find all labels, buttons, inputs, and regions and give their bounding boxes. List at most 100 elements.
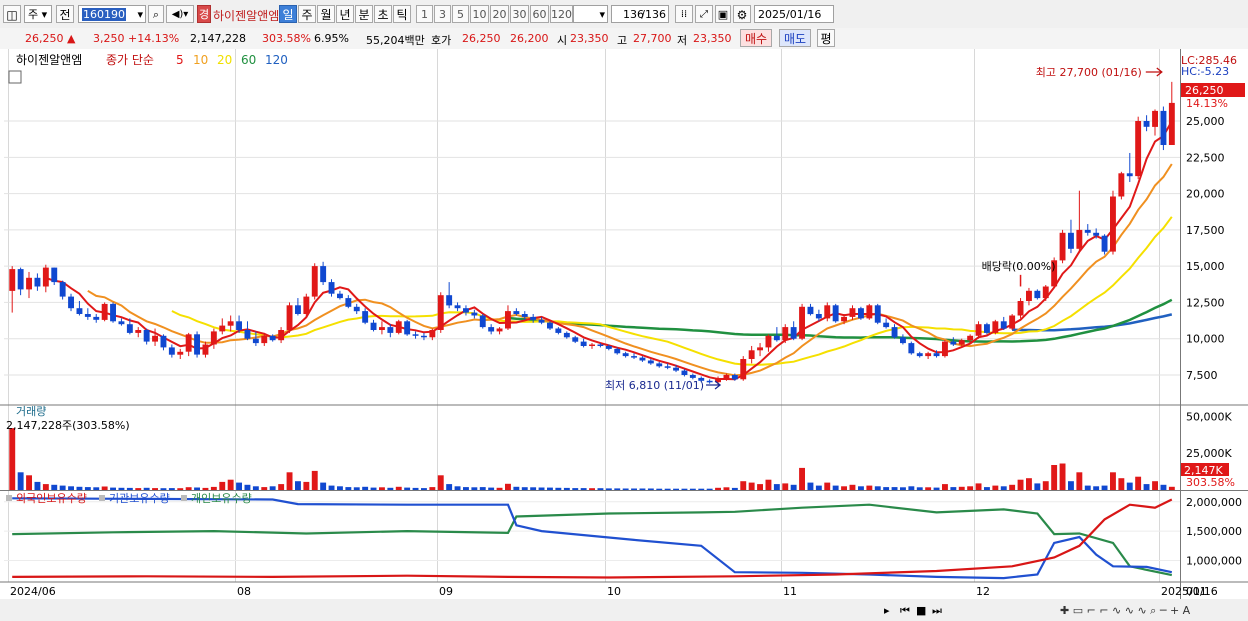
price-tick-label: 25,000	[1186, 115, 1225, 128]
window-menu-icon[interactable]: ◫	[3, 5, 21, 23]
candle-body	[967, 335, 974, 341]
volume-bar	[76, 486, 83, 490]
interval-select[interactable]: ▾	[573, 5, 608, 23]
interval-button-30[interactable]: 30	[510, 5, 529, 23]
candle-body	[824, 305, 831, 319]
tab-period-4[interactable]: 분	[355, 5, 373, 23]
zoom-icon[interactable]: ⤢	[695, 5, 713, 23]
volume-bar	[160, 488, 167, 490]
price-tick-label: 22,500	[1186, 151, 1225, 164]
interval-button-5[interactable]: 5	[452, 5, 469, 23]
save-icon[interactable]: ▣	[715, 5, 731, 23]
candle-body	[353, 306, 360, 312]
holdings-legend-marker	[99, 495, 105, 501]
candle-body	[757, 347, 763, 351]
volume-bar	[68, 486, 74, 490]
candle-body	[412, 334, 419, 336]
volume-bar	[866, 485, 873, 490]
warning-badge: 경	[197, 5, 211, 23]
eval-button[interactable]: 평	[817, 29, 835, 47]
tab-period-0[interactable]: 일	[279, 5, 297, 23]
volume-bar	[1076, 472, 1083, 490]
x-axis-label: 09	[439, 585, 453, 598]
candle-body	[622, 353, 629, 357]
candle-body	[269, 335, 276, 341]
volume-bar	[1026, 478, 1032, 490]
holdings-legend-marker	[181, 495, 187, 501]
volume-bar	[664, 488, 671, 490]
tab-period-2[interactable]: 월	[317, 5, 335, 23]
volume-bar	[916, 487, 923, 490]
tab-period-6[interactable]: 틱	[393, 5, 411, 23]
tab-period-5[interactable]: 초	[374, 5, 392, 23]
candle-body	[84, 314, 91, 317]
sell-button[interactable]: 매도	[779, 29, 811, 47]
candle-body	[463, 308, 469, 313]
volume-bar	[278, 484, 285, 490]
tab-period-3[interactable]: 년	[336, 5, 354, 23]
volume-bar	[126, 487, 133, 490]
x-axis-label: 12	[976, 585, 990, 598]
volume-bar	[412, 487, 419, 490]
volume-bar	[168, 488, 175, 490]
candle-body	[589, 344, 595, 346]
code-input[interactable]: 160190 ▾	[78, 5, 146, 23]
count-field[interactable]: 136 /136	[611, 5, 669, 23]
interval-button-1[interactable]: 1	[416, 5, 433, 23]
volume-bar	[505, 483, 511, 490]
candle-body	[311, 266, 318, 297]
market-select[interactable]: 주 ▾	[24, 5, 52, 23]
legend-ma-20: 20	[217, 53, 232, 67]
interval-button-20[interactable]: 20	[490, 5, 509, 23]
volume-bar	[1084, 485, 1091, 490]
volume-bar	[731, 487, 738, 490]
candle-body	[1042, 286, 1049, 299]
candle-body	[639, 357, 646, 361]
volume-bar	[303, 481, 310, 490]
grid-icon[interactable]: ⁞⁞	[675, 5, 693, 23]
candle-body	[152, 335, 158, 342]
hc-label: HC:-5.23	[1181, 65, 1229, 78]
volume-bar	[101, 486, 108, 490]
stock-chart[interactable]: 7,500 10,000 12,500 15,000 17,500 20,000 22,50…	[0, 49, 1248, 621]
volume-bar	[1000, 486, 1007, 490]
candle-body	[580, 341, 587, 346]
interval-button-120[interactable]: 120	[550, 5, 573, 23]
interval-button-60[interactable]: 60	[530, 5, 549, 23]
volume-bar	[370, 487, 377, 490]
date-value: 2025/01/16	[758, 8, 822, 21]
volume-bar	[479, 487, 486, 490]
volume-bar	[614, 488, 621, 490]
candle-body	[942, 341, 948, 357]
tab-period-1[interactable]: 주	[298, 5, 316, 23]
candle-body	[446, 295, 453, 306]
interval-button-3[interactable]: 3	[434, 5, 451, 23]
interval-button-10[interactable]: 10	[470, 5, 489, 23]
speaker-icon[interactable]: ◀)▾	[166, 5, 194, 23]
candle-body	[68, 296, 74, 309]
draw-tools: ✚ ▭ ⌐ ⌐ ∿ ∿ ∿ ⌕ ─ + A	[1060, 604, 1191, 617]
volume-bar	[488, 487, 495, 490]
volume-bar	[832, 485, 839, 490]
prev-button[interactable]: 전	[56, 5, 74, 23]
search-icon[interactable]: ⌕	[148, 5, 164, 23]
holdings-tick-label: 2,000,000	[1186, 496, 1242, 509]
volume-bar	[84, 487, 91, 490]
volume-bar	[740, 481, 747, 490]
candle-body	[597, 344, 604, 346]
holdings-tick-label: 1,500,000	[1186, 525, 1242, 538]
candle-body	[992, 321, 999, 333]
candle-body	[93, 316, 100, 320]
buy-button[interactable]: 매수	[740, 29, 772, 47]
volume-bar	[194, 487, 200, 490]
candle-body	[496, 328, 503, 332]
price-tick-label: 17,500	[1186, 224, 1225, 237]
volume-bar	[252, 486, 259, 490]
market-value: 주	[28, 8, 39, 21]
gear-icon[interactable]: ⚙	[733, 5, 751, 23]
candle-body	[916, 353, 923, 357]
candle-body	[1068, 232, 1074, 249]
candle-body	[866, 305, 873, 319]
date-field[interactable]: 2025/01/16	[754, 5, 834, 23]
candle-body	[227, 321, 234, 326]
